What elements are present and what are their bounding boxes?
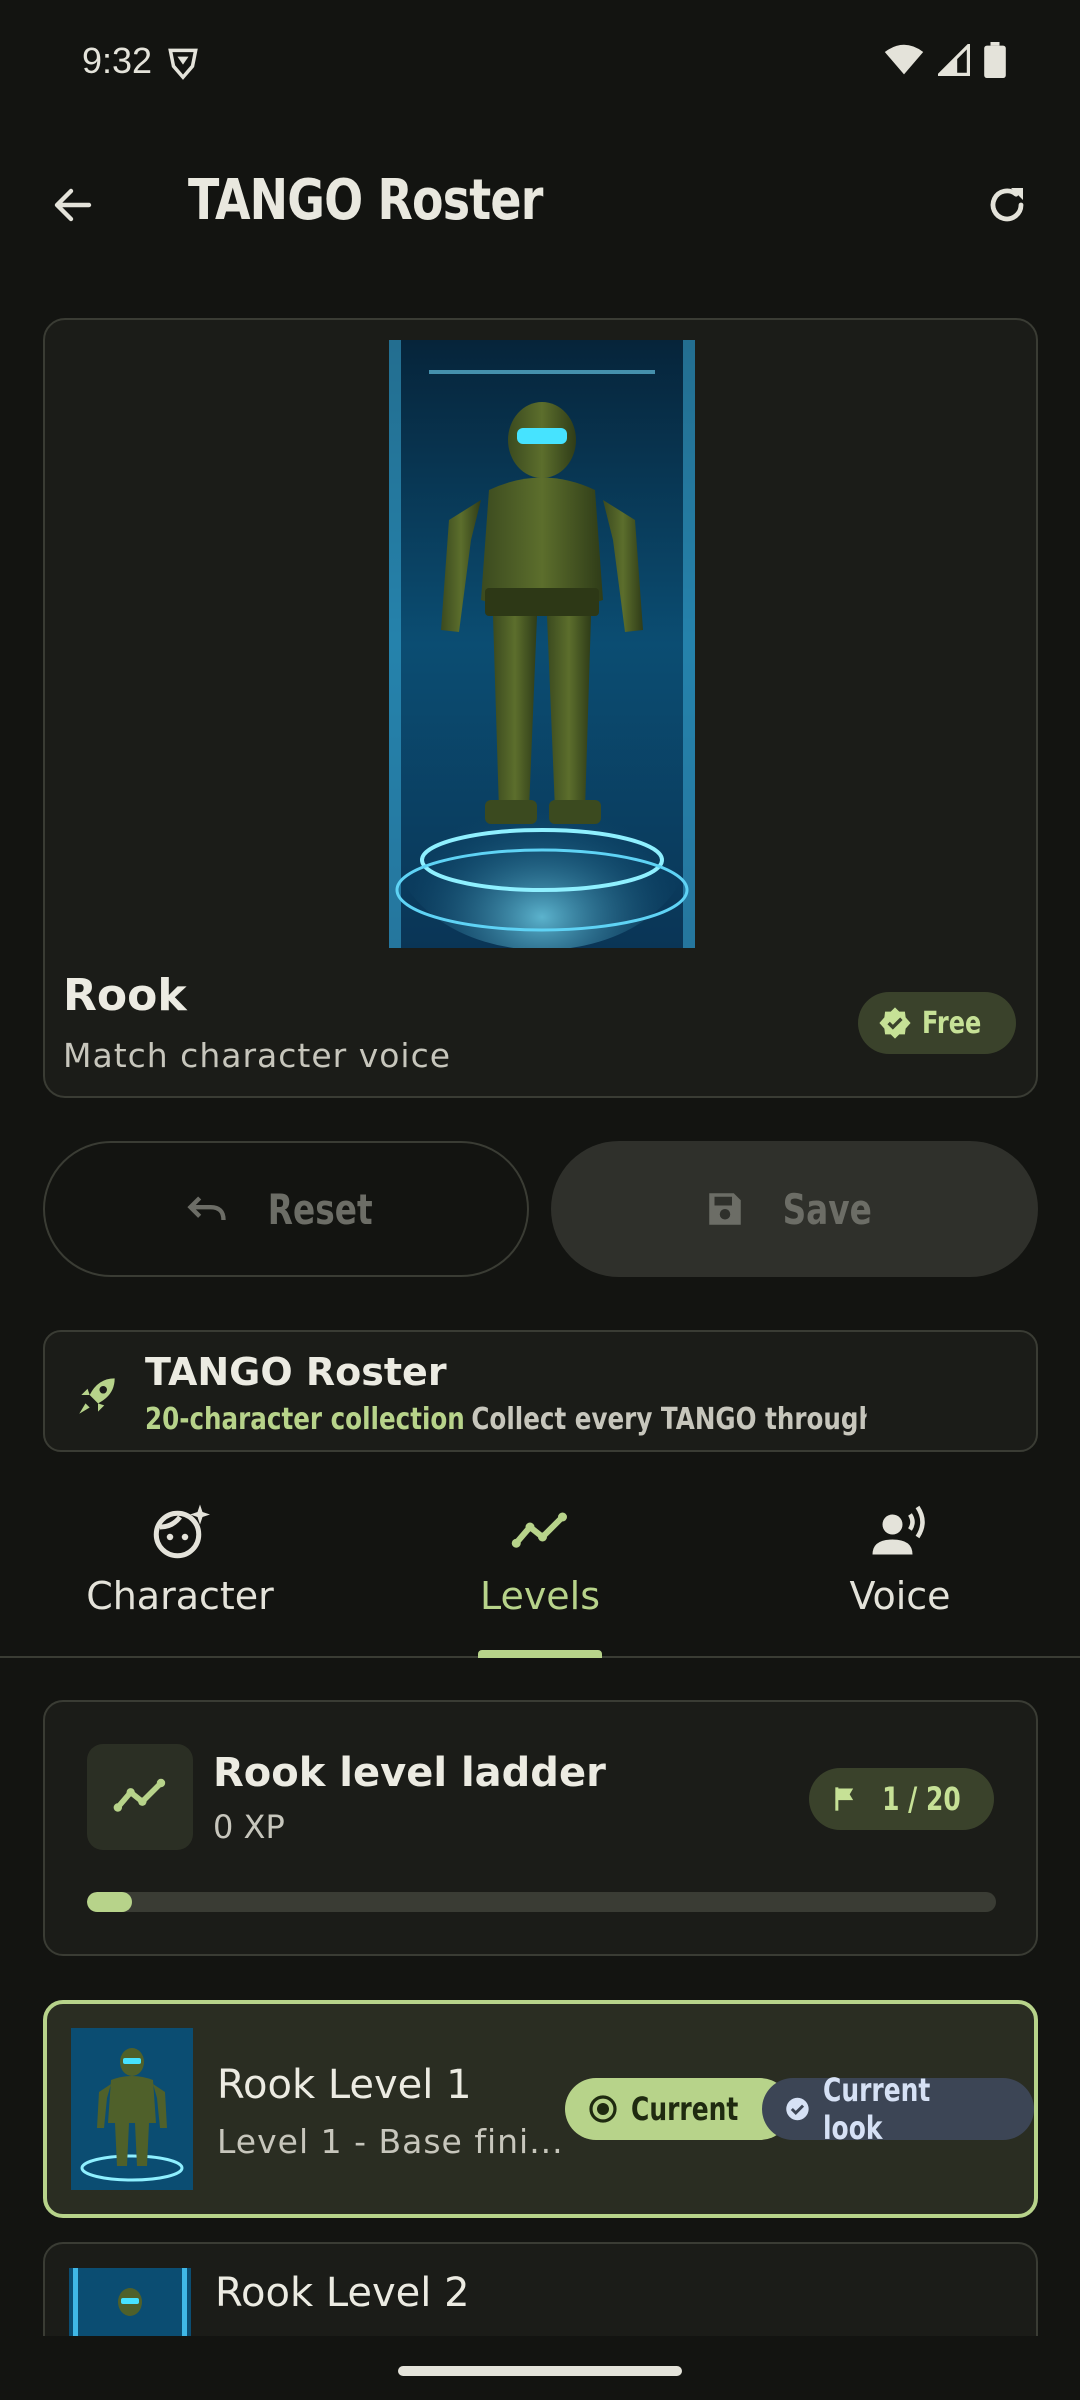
trend-icon (113, 1778, 166, 1812)
tab-indicator (478, 1650, 602, 1658)
tab-bar: Character Levels Voice (0, 1490, 1080, 1658)
level-count-label: 1 / 20 (882, 1780, 961, 1818)
level-name: Rook Level 2 (215, 2270, 470, 2316)
action-buttons: Reset Save (43, 1141, 1038, 1277)
roster-promo-card[interactable]: TANGO Roster 20-character collection Coll… (43, 1330, 1038, 1452)
current-look-chip: Current look (762, 2071, 1034, 2147)
flag-icon (835, 1787, 854, 1811)
current-chip-label: Current (631, 2090, 739, 2128)
promo-title: TANGO Roster (145, 1350, 447, 1394)
radio-checked-icon (589, 2095, 617, 2123)
top-app-bar: TANGO Roster (0, 150, 1080, 260)
ladder-xp: 0 XP (213, 1808, 285, 1846)
character-name: Rook (63, 970, 187, 1021)
level-name: Rook Level 1 (217, 2062, 472, 2108)
gesture-handle[interactable] (398, 2366, 682, 2376)
voice-icon (872, 1505, 925, 1555)
battery-icon (984, 42, 1006, 78)
verified-icon (879, 1007, 911, 1039)
status-icons (884, 42, 1006, 78)
promo-description: Collect every TANGO through th... (471, 1402, 867, 1437)
level-description: Level 1 - Base fini... (217, 2122, 564, 2161)
rocket-icon (79, 1378, 115, 1414)
refresh-button[interactable] (974, 172, 1040, 238)
tab-label: Voice (849, 1574, 951, 1618)
tab-levels[interactable]: Levels (360, 1490, 720, 1656)
current-look-chip-label: Current look (822, 2071, 931, 2147)
undo-icon (187, 1196, 226, 1221)
status-time: 9:32 (82, 40, 153, 81)
tab-label: Character (86, 1574, 274, 1618)
back-button[interactable] (40, 172, 106, 238)
level-thumbnail (71, 2028, 193, 2190)
tab-voice[interactable]: Voice (720, 1490, 1080, 1656)
face-icon (153, 1504, 210, 1559)
level-item-1[interactable]: Rook Level 1 Level 1 - Base fini... Curr… (43, 2000, 1038, 2218)
page-title: TANGO Roster (188, 168, 543, 233)
reset-label: Reset (267, 1184, 373, 1234)
shield-app-icon (168, 48, 198, 80)
refresh-icon (990, 188, 1024, 222)
arrow-back-icon (54, 188, 92, 222)
promo-line: 20-character collection Collect every TAN… (145, 1402, 867, 1437)
current-chip: Current (565, 2078, 791, 2140)
reset-button[interactable]: Reset (43, 1141, 529, 1277)
ladder-title: Rook level ladder (213, 1750, 606, 1796)
xp-progress-fill (87, 1892, 133, 1912)
tab-character[interactable]: Character (0, 1490, 360, 1656)
save-icon (709, 1193, 742, 1225)
ladder-icon-box (87, 1744, 193, 1850)
save-button[interactable]: Save (551, 1141, 1038, 1277)
trend-icon (511, 1512, 567, 1548)
free-badge-label: Free (921, 1005, 982, 1041)
level-ladder-card: Rook level ladder 0 XP 1 / 20 (43, 1700, 1038, 1956)
xp-progress-bar (87, 1892, 996, 1912)
check-circle-icon (786, 2097, 809, 2121)
wifi-icon (884, 44, 924, 75)
status-bar: 9:32 (0, 0, 1080, 130)
save-label: Save (782, 1184, 873, 1234)
level-count-badge: 1 / 20 (809, 1768, 994, 1830)
promo-accent: 20-character collection (145, 1402, 465, 1437)
free-badge: Free (857, 992, 1016, 1054)
signal-icon (938, 44, 970, 76)
character-portrait (389, 340, 695, 948)
tab-label: Levels (479, 1574, 601, 1618)
character-hero-card: Rook Match character voice Free (43, 318, 1038, 1098)
character-subtitle: Match character voice (63, 1036, 452, 1075)
